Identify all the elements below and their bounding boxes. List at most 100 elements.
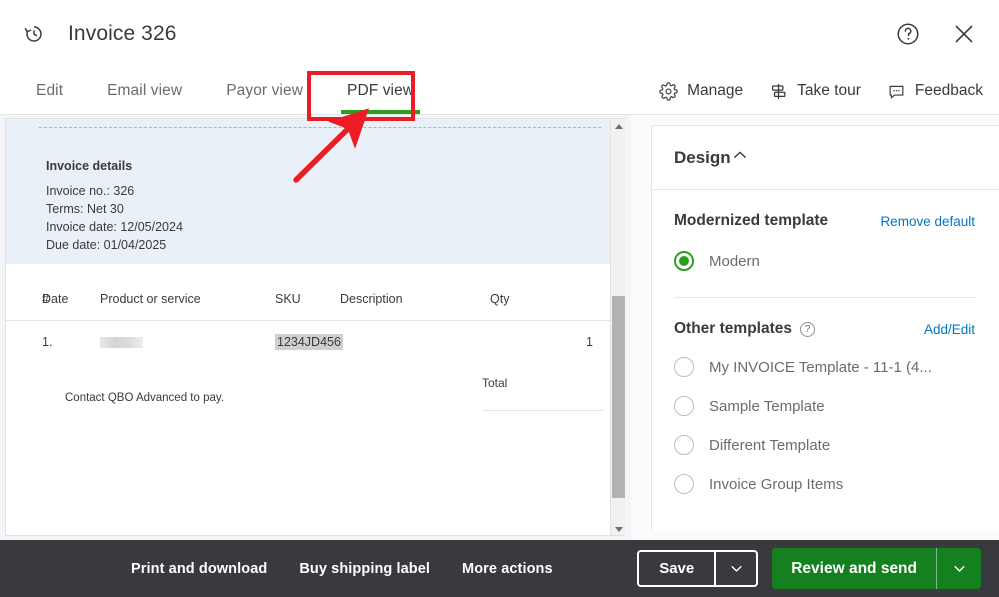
col-date: Date <box>42 292 69 306</box>
col-sku: SKU <box>275 292 301 306</box>
save-dropdown-toggle[interactable] <box>716 552 756 585</box>
invoice-number: Invoice no.: 326 <box>46 184 135 198</box>
template-option-sample-template[interactable]: Sample Template <box>674 396 975 416</box>
add-edit-link[interactable]: Add/Edit <box>924 322 975 337</box>
cell-num: 1. <box>6 320 52 364</box>
tools-group: Manage Take tour Feedback <box>659 68 999 114</box>
print-and-download-button[interactable]: Print and download <box>131 561 267 577</box>
cell-product <box>100 320 275 364</box>
modernized-template-heading: Modernized template <box>674 212 829 229</box>
col-qty: Qty <box>490 292 510 306</box>
gear-icon <box>659 81 678 101</box>
table-row: 1. 1234JD456 1 <box>6 320 625 364</box>
chevron-up-icon[interactable] <box>731 146 749 169</box>
review-and-send-split-button[interactable]: Review and send <box>772 548 981 589</box>
line-items-table: # Date Product or service SKU Descriptio… <box>6 264 625 364</box>
pdf-preview-pane: Invoice details Invoice no.: 326 Terms: … <box>0 115 631 540</box>
radio-sample-template[interactable] <box>674 396 694 416</box>
bottom-action-bar: Print and download Buy shipping label Mo… <box>0 540 999 597</box>
other-templates-list: My INVOICE Template - 11-1 (4... Sample … <box>674 357 975 494</box>
bottom-buttons-group: Save Review and send <box>637 548 999 589</box>
tab-payor-view[interactable]: Payor view <box>204 68 325 114</box>
template-option-label: Modern <box>709 252 760 270</box>
total-block: Total <box>482 376 604 411</box>
scroll-down-arrow-icon[interactable] <box>611 522 625 535</box>
page-title: Invoice 326 <box>68 22 177 45</box>
help-circle-icon[interactable] <box>895 21 921 47</box>
manage-button[interactable]: Manage <box>659 81 744 101</box>
scrollbar-thumb[interactable] <box>612 296 625 498</box>
buy-shipping-label-button[interactable]: Buy shipping label <box>299 561 430 577</box>
help-circle-icon[interactable]: ? <box>800 321 816 337</box>
other-templates-header: Other templates ? Add/Edit <box>674 320 975 338</box>
other-templates-section: Other templates ? Add/Edit My INVOICE Te… <box>674 320 975 494</box>
design-card-body: Modernized template Remove default Moder… <box>652 190 999 494</box>
invoice-document: Invoice details Invoice no.: 326 Terms: … <box>5 118 625 536</box>
feedback-label: Feedback <box>914 82 983 99</box>
cell-qty: 1 <box>490 320 625 364</box>
view-tabs: Edit Email view Payor view PDF view <box>0 68 436 114</box>
cell-description <box>340 320 490 364</box>
redacted-product-name <box>100 337 143 349</box>
sku-value: 1234JD456 <box>275 334 343 350</box>
tab-email-view[interactable]: Email view <box>85 68 204 114</box>
invoice-footer-row: Contact QBO Advanced to pay. Total <box>6 364 625 430</box>
invoice-terms: Terms: Net 30 <box>46 202 124 216</box>
speech-bubble-icon <box>887 82 906 101</box>
invoice-date: Invoice date: 12/05/2024 <box>46 220 183 234</box>
dashed-divider <box>39 127 601 128</box>
modernized-template-header: Modernized template Remove default <box>674 212 975 230</box>
radio-my-invoice-template[interactable] <box>674 357 694 377</box>
template-option-label: Different Template <box>709 436 831 454</box>
invoice-pdf-view-window: Invoice 326 Edit Email view Payor view P… <box>0 0 999 597</box>
take-tour-button[interactable]: Take tour <box>769 82 861 101</box>
signpost-icon <box>769 82 788 101</box>
template-option-my-invoice-template[interactable]: My INVOICE Template - 11-1 (4... <box>674 357 975 377</box>
more-actions-button[interactable]: More actions <box>462 561 553 577</box>
window-header: Invoice 326 <box>0 0 999 68</box>
radio-modern[interactable] <box>674 251 694 271</box>
total-label: Total <box>482 376 508 390</box>
cell-sku: 1234JD456 <box>275 320 343 364</box>
remove-default-link[interactable]: Remove default <box>880 214 975 229</box>
other-templates-heading: Other templates <box>674 320 793 337</box>
invoice-details-block: Invoice details Invoice no.: 326 Terms: … <box>6 119 625 264</box>
table-header-row: # Date Product or service SKU Descriptio… <box>6 264 625 321</box>
tab-edit[interactable]: Edit <box>14 68 85 114</box>
preview-vertical-scrollbar[interactable] <box>610 119 625 535</box>
col-product: Product or service <box>100 292 201 306</box>
header-left-group: Invoice 326 <box>0 22 177 46</box>
history-clock-icon[interactable] <box>22 22 46 46</box>
manage-label: Manage <box>687 82 744 99</box>
main-content: Invoice details Invoice no.: 326 Terms: … <box>0 115 999 540</box>
template-option-modern[interactable]: Modern <box>674 251 975 271</box>
header-right-group <box>895 21 999 47</box>
take-tour-label: Take tour <box>797 82 861 99</box>
payment-note: Contact QBO Advanced to pay. <box>65 392 224 404</box>
template-option-invoice-group-items[interactable]: Invoice Group Items <box>674 474 975 494</box>
design-card: Design Modernized template Remove defaul… <box>651 125 999 530</box>
save-button[interactable]: Save <box>639 552 714 585</box>
save-split-button[interactable]: Save <box>637 550 759 587</box>
col-num: # <box>42 292 49 306</box>
radio-different-template[interactable] <box>674 435 694 455</box>
template-option-different-template[interactable]: Different Template <box>674 435 975 455</box>
radio-invoice-group-items[interactable] <box>674 474 694 494</box>
tab-pdf-view[interactable]: PDF view <box>325 68 436 114</box>
review-and-send-button[interactable]: Review and send <box>772 548 936 589</box>
col-description: Description <box>340 292 403 306</box>
design-card-header[interactable]: Design <box>652 126 999 190</box>
review-and-send-dropdown-toggle[interactable] <box>937 548 981 589</box>
view-tabs-bar: Edit Email view Payor view PDF view Mana… <box>0 68 999 115</box>
line-items-section: # Date Product or service SKU Descriptio… <box>6 264 625 430</box>
feedback-button[interactable]: Feedback <box>887 82 983 101</box>
bottom-links-group: Print and download Buy shipping label Mo… <box>0 561 553 577</box>
section-divider <box>674 297 975 298</box>
design-title: Design <box>674 147 731 167</box>
close-x-icon[interactable] <box>951 21 977 47</box>
table-body: 1. 1234JD456 1 <box>6 320 625 364</box>
invoice-details-heading: Invoice details <box>46 159 133 173</box>
scroll-up-arrow-icon[interactable] <box>611 119 625 134</box>
table-header: # Date Product or service SKU Descriptio… <box>6 264 625 321</box>
template-option-label: Sample Template <box>709 397 825 415</box>
